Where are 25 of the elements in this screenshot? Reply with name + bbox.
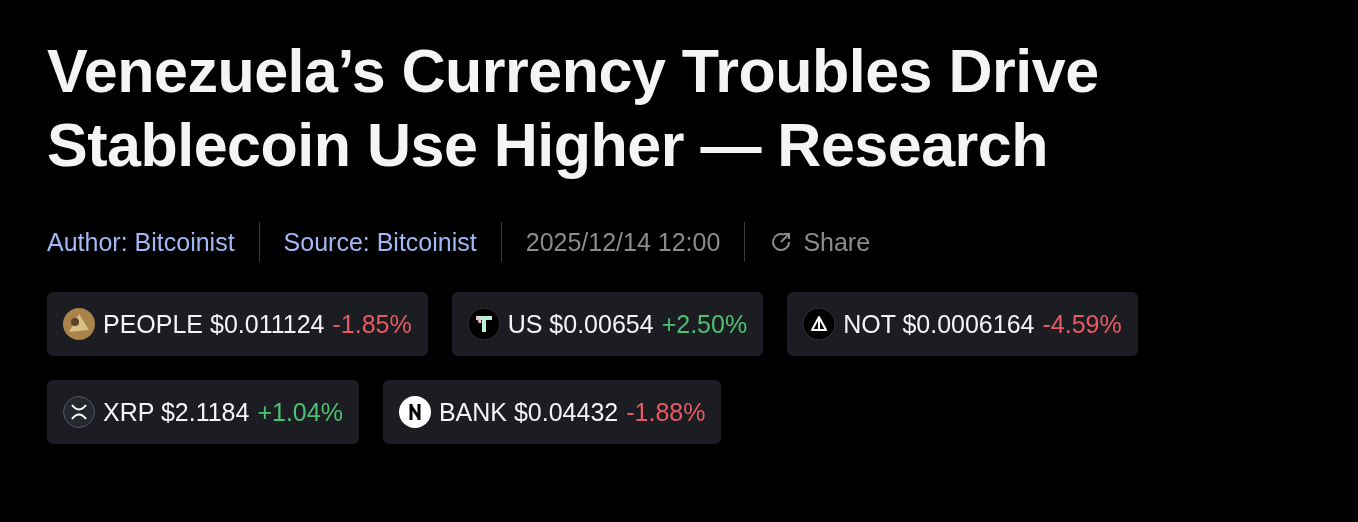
source-link[interactable]: Source: Bitcoinist xyxy=(283,227,477,257)
ticker-chip[interactable]: XRP $2.1184 +1.04% xyxy=(47,380,359,444)
ticker-chip[interactable]: BANK $0.04432 -1.88% xyxy=(382,380,722,444)
coin-icon xyxy=(63,308,95,340)
share-button[interactable]: Share xyxy=(769,227,871,257)
ticker-chip[interactable]: NOT $0.0006164 -4.59% xyxy=(787,292,1138,356)
ticker-price: XRP $2.1184 xyxy=(103,397,250,427)
ticker-price: NOT $0.0006164 xyxy=(843,309,1035,339)
publish-date: 2025/12/14 12:00 xyxy=(525,227,721,257)
xrp-icon xyxy=(63,396,95,428)
price-change: -1.88% xyxy=(626,397,706,427)
price-change: +1.04% xyxy=(257,397,343,427)
ticker-price: US $0.00654 xyxy=(507,309,654,339)
coin-icon xyxy=(398,396,431,428)
ticker-chip[interactable]: PEOPLE $0.011124 -1.85% xyxy=(47,292,428,356)
ticker-chip[interactable]: US $0.00654 +2.50% xyxy=(451,292,764,356)
coin-icon xyxy=(467,308,500,340)
triangle-icon xyxy=(803,308,836,340)
price-change: -4.59% xyxy=(1042,309,1122,339)
price-change: -1.85% xyxy=(332,309,412,339)
ticker-price: BANK $0.04432 xyxy=(438,397,619,427)
headline: Venezuela’s Currency Troubles Drive Stablecoin Use Higher — Research xyxy=(47,36,1100,181)
price-change: +2.50% xyxy=(661,309,748,339)
ticker-price: PEOPLE $0.011124 xyxy=(103,309,325,339)
author-link[interactable]: Author: Bitcoinist xyxy=(47,227,235,257)
